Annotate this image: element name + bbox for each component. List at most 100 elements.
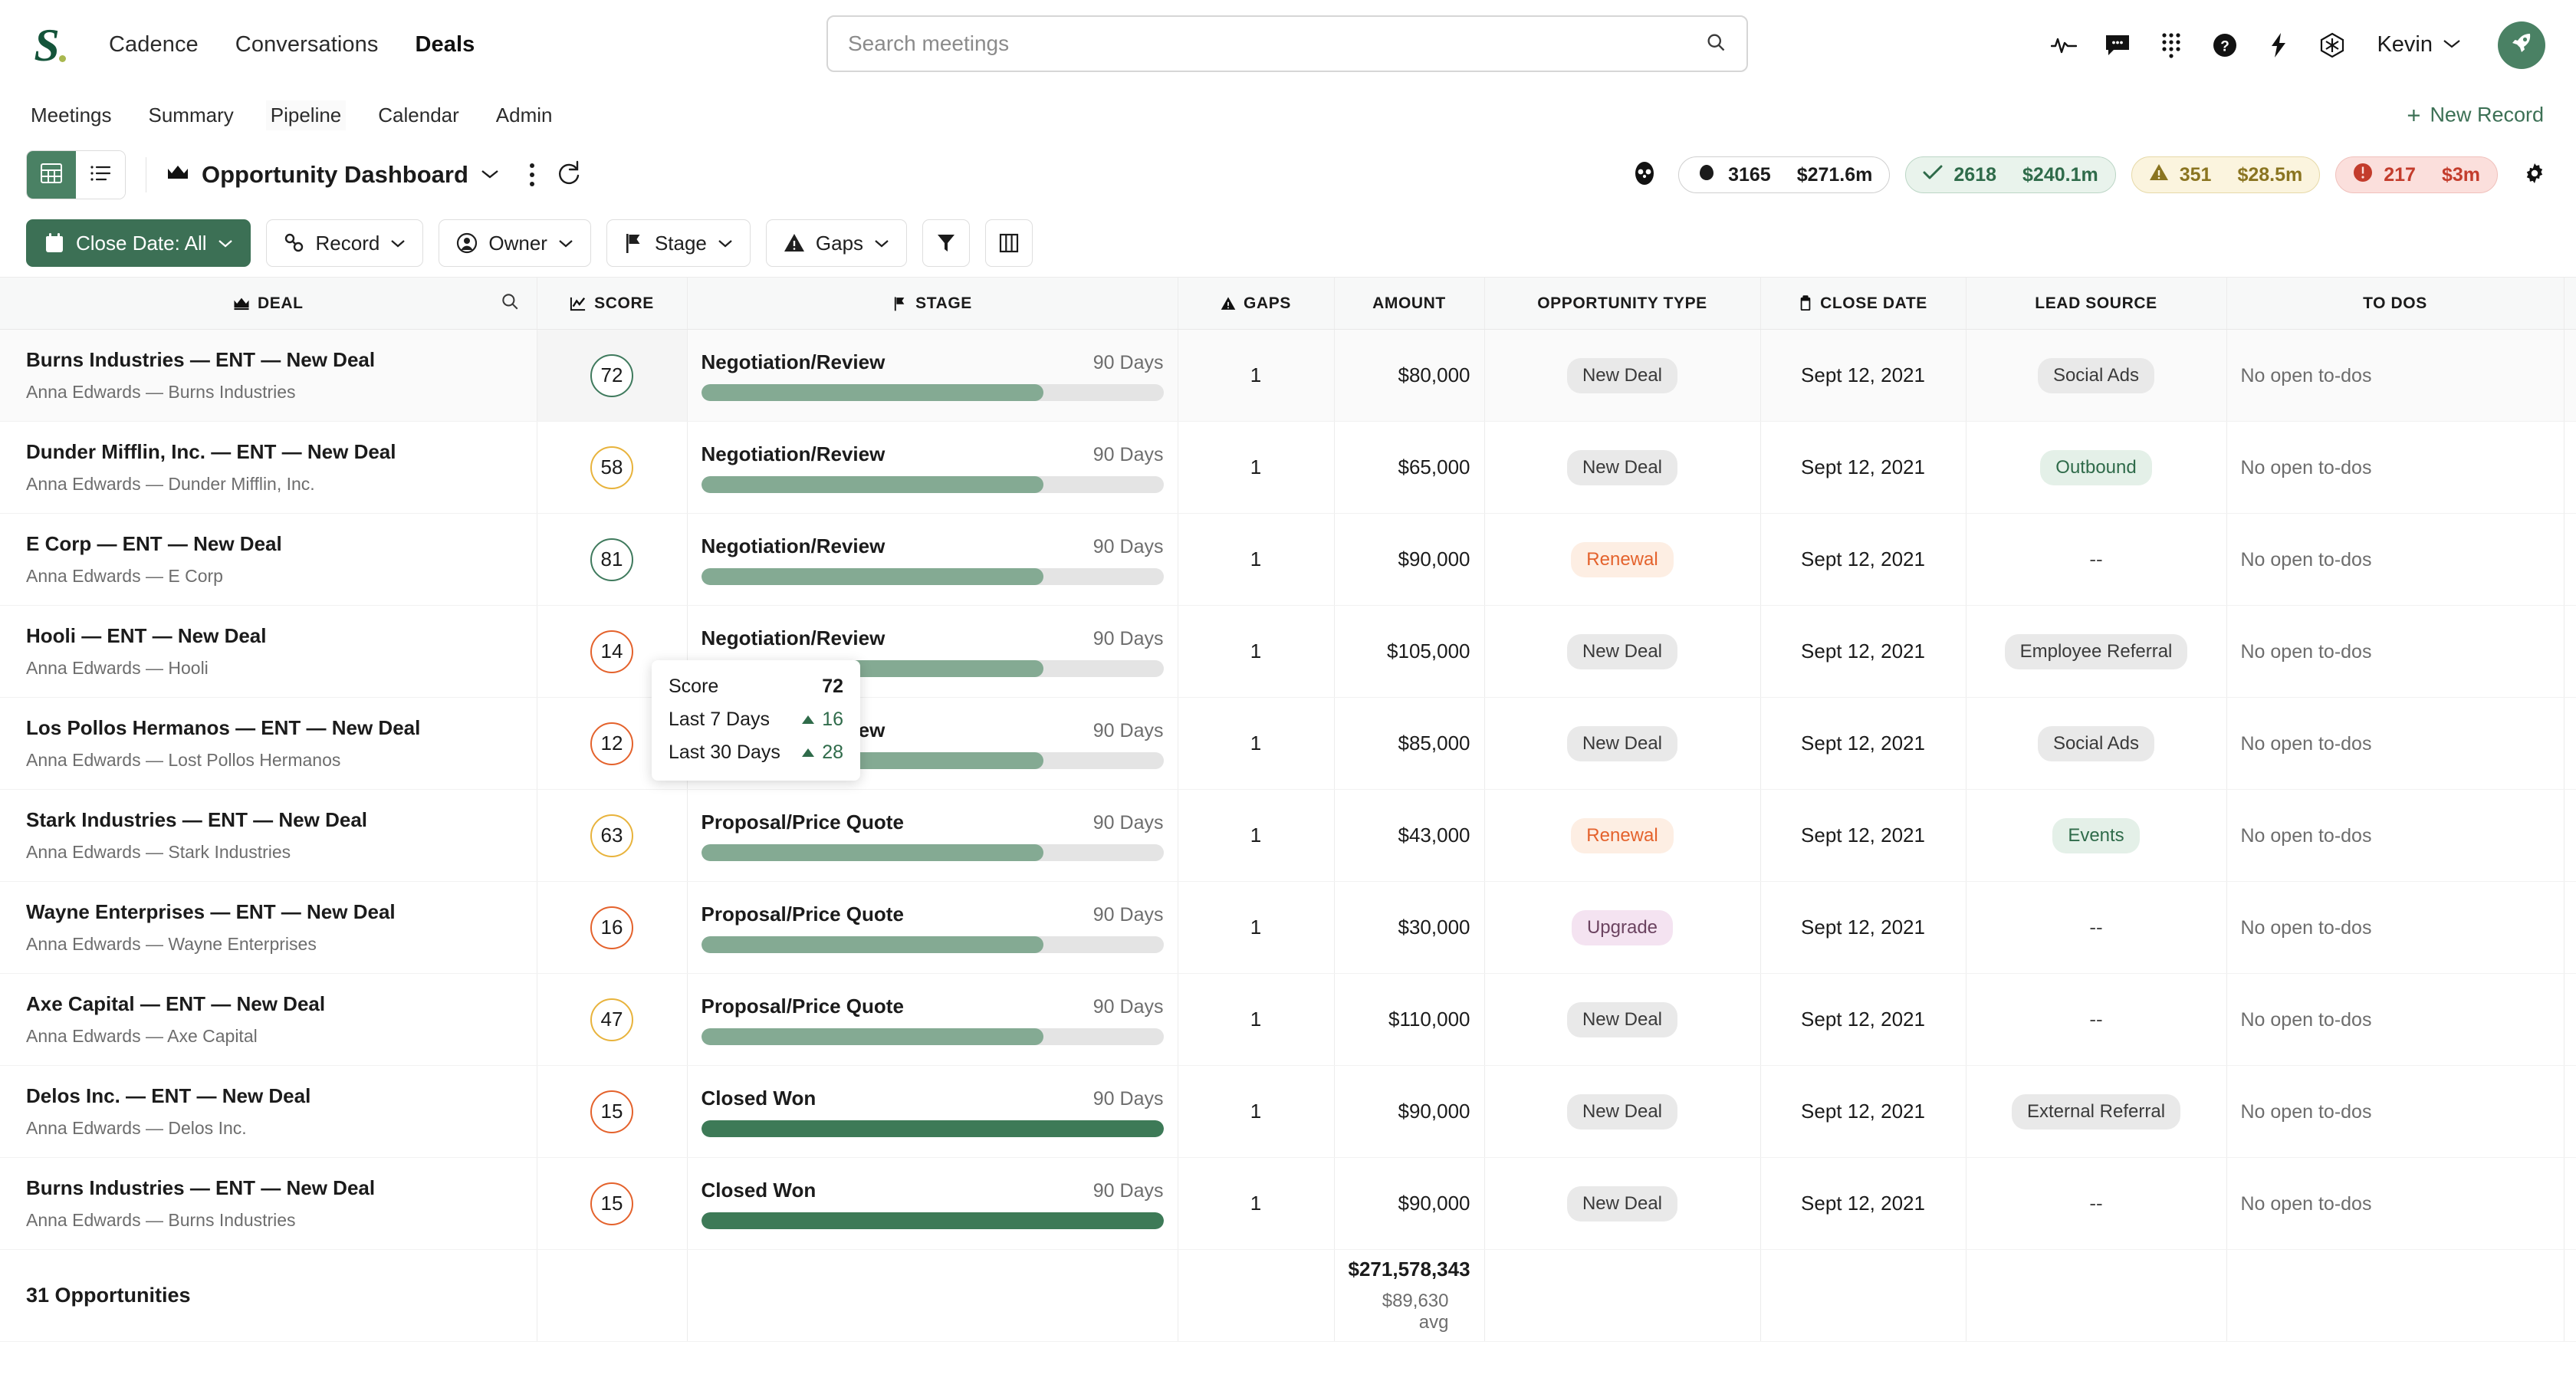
grid-view-button[interactable] — [27, 151, 76, 199]
cell-score[interactable]: 16 — [536, 881, 687, 974]
deal-name[interactable]: Burns Industries — ENT — New Deal — [26, 1176, 523, 1200]
score-badge[interactable]: 15 — [590, 1090, 633, 1133]
score-badge[interactable]: 14 — [590, 630, 633, 673]
cell-deal[interactable]: Delos Inc. — ENT — New Deal Anna Edwards … — [0, 1065, 537, 1158]
cell-deal[interactable]: Hooli — ENT — New Deal Anna Edwards — Hoo… — [0, 605, 537, 698]
stat-pill-at-risk[interactable]: 351 $28.5m — [2131, 156, 2321, 193]
cell-stage[interactable]: Closed Won 90 Days — [686, 1157, 1178, 1250]
help-icon[interactable]: ? — [2210, 30, 2240, 61]
search-input[interactable] — [848, 31, 1705, 56]
cell-stage[interactable]: Negotiation/Review 90 Days — [686, 329, 1178, 422]
subnav-item-admin[interactable]: Admin — [491, 100, 557, 130]
dialpad-icon[interactable] — [2156, 30, 2187, 61]
cell-gaps[interactable]: 1 — [1177, 605, 1334, 698]
avatar[interactable] — [2498, 21, 2545, 69]
nav-item-deals[interactable]: Deals — [413, 29, 476, 61]
cell-stage[interactable]: Closed Won 90 Days — [686, 1065, 1178, 1158]
dashboard-selector[interactable]: Opportunity Dashboard — [166, 161, 499, 189]
column-header-to-dos[interactable]: TO DOS — [2226, 277, 2564, 330]
cell-gaps[interactable]: 1 — [1177, 973, 1334, 1066]
cell-deal[interactable]: Los Pollos Hermanos — ENT — New Deal Anna… — [0, 697, 537, 790]
settings-gear-icon[interactable] — [2522, 161, 2547, 189]
filter-button-gaps[interactable]: Gaps — [765, 219, 908, 267]
deal-name[interactable]: E Corp — ENT — New Deal — [26, 532, 523, 556]
cell-score[interactable]: 47 — [536, 973, 687, 1066]
cell-stage[interactable]: Negotiation/Review 90 Days — [686, 421, 1178, 514]
cell-deal[interactable]: Wayne Enterprises — ENT — New Deal Anna E… — [0, 881, 537, 974]
user-menu[interactable]: Kevin — [2377, 32, 2461, 58]
deal-name[interactable]: Wayne Enterprises — ENT — New Deal — [26, 900, 523, 924]
cell-deal[interactable]: Burns Industries — ENT — New Deal Anna Ed… — [0, 329, 537, 422]
deal-name[interactable]: Stark Industries — ENT — New Deal — [26, 808, 523, 832]
table-row[interactable]: Hooli — ENT — New Deal Anna Edwards — Hoo… — [0, 605, 2576, 698]
score-badge[interactable]: 47 — [590, 998, 633, 1041]
integrations-icon[interactable] — [2317, 30, 2348, 61]
more-options-icon[interactable] — [521, 158, 544, 192]
cell-gaps[interactable]: 1 — [1177, 329, 1334, 422]
table-row[interactable]: Axe Capital — ENT — New Deal Anna Edwards… — [0, 973, 2576, 1066]
subnav-item-pipeline[interactable]: Pipeline — [265, 100, 347, 130]
app-logo[interactable]: S — [26, 22, 67, 68]
column-header-lead-source[interactable]: LEAD SOURCE — [1965, 277, 2226, 330]
cell-stage[interactable]: Negotiation/Review 90 Days — [686, 513, 1178, 606]
column-header-deal[interactable]: DEAL — [0, 277, 537, 330]
column-header-score[interactable]: SCORE — [536, 277, 687, 330]
cell-gaps[interactable]: 1 — [1177, 697, 1334, 790]
table-row[interactable]: Burns Industries — ENT — New Deal Anna Ed… — [0, 1157, 2576, 1250]
stat-pill-critical[interactable]: 217 $3m — [2335, 156, 2498, 193]
cell-score[interactable]: 81 — [536, 513, 687, 606]
score-badge[interactable]: 81 — [590, 538, 633, 581]
new-record-button[interactable]: + New Record — [2407, 104, 2544, 127]
deal-name[interactable]: Axe Capital — ENT — New Deal — [26, 992, 523, 1016]
table-row[interactable]: Burns Industries — ENT — New Deal Anna Ed… — [0, 329, 2576, 422]
search-box[interactable] — [826, 15, 1748, 72]
table-row[interactable]: Wayne Enterprises — ENT — New Deal Anna E… — [0, 881, 2576, 974]
cell-deal[interactable]: Axe Capital — ENT — New Deal Anna Edwards… — [0, 973, 537, 1066]
cell-score[interactable]: 63 — [536, 789, 687, 882]
score-badge[interactable]: 72 — [590, 353, 633, 397]
cell-stage[interactable]: Proposal/Price Quote 90 Days — [686, 789, 1178, 882]
nav-item-conversations[interactable]: Conversations — [234, 29, 380, 61]
deal-name[interactable]: Burns Industries — ENT — New Deal — [26, 348, 523, 372]
filter-button-close-date-all[interactable]: Close Date: All — [26, 219, 251, 267]
cell-stage[interactable]: Proposal/Price Quote 90 Days — [686, 973, 1178, 1066]
deal-name[interactable]: Delos Inc. — ENT — New Deal — [26, 1084, 523, 1108]
nav-item-cadence[interactable]: Cadence — [107, 29, 200, 61]
cell-gaps[interactable]: 1 — [1177, 421, 1334, 514]
search-icon[interactable] — [1705, 31, 1727, 57]
cell-deal[interactable]: Burns Industries — ENT — New Deal Anna Ed… — [0, 1157, 537, 1250]
cell-gaps[interactable]: 1 — [1177, 789, 1334, 882]
subnav-item-calendar[interactable]: Calendar — [373, 100, 464, 130]
table-row[interactable]: E Corp — ENT — New Deal Anna Edwards — E … — [0, 513, 2576, 606]
score-badge[interactable]: 63 — [590, 814, 633, 857]
subnav-item-meetings[interactable]: Meetings — [26, 100, 117, 130]
funnel-filter-icon[interactable] — [922, 219, 971, 267]
stat-pill-total[interactable]: 3165 $271.6m — [1678, 156, 1891, 193]
deal-name[interactable]: Hooli — ENT — New Deal — [26, 624, 523, 648]
table-row[interactable]: Stark Industries — ENT — New Deal Anna Ed… — [0, 789, 2576, 882]
bolt-icon[interactable] — [2263, 30, 2294, 61]
chat-icon[interactable] — [2102, 30, 2133, 61]
table-row[interactable]: Delos Inc. — ENT — New Deal Anna Edwards … — [0, 1065, 2576, 1158]
table-row[interactable]: Los Pollos Hermanos — ENT — New Deal Anna… — [0, 697, 2576, 790]
subnav-item-summary[interactable]: Summary — [144, 100, 238, 130]
cell-deal[interactable]: Dunder Mifflin, Inc. — ENT — New Deal Ann… — [0, 421, 537, 514]
cell-gaps[interactable]: 1 — [1177, 513, 1334, 606]
people-icon[interactable] — [1631, 159, 1658, 191]
deal-name[interactable]: Dunder Mifflin, Inc. — ENT — New Deal — [26, 440, 523, 464]
column-header-close-date[interactable]: CLOSE DATE — [1760, 277, 1966, 330]
cell-stage[interactable]: Proposal/Price Quote 90 Days — [686, 881, 1178, 974]
activity-icon[interactable] — [2049, 30, 2079, 61]
score-badge[interactable]: 12 — [590, 722, 633, 765]
column-header-gaps[interactable]: GAPS — [1177, 277, 1334, 330]
cell-deal[interactable]: Stark Industries — ENT — New Deal Anna Ed… — [0, 789, 537, 882]
list-view-button[interactable] — [76, 151, 125, 199]
stat-pill-won[interactable]: 2618 $240.1m — [1905, 156, 2116, 193]
score-badge[interactable]: 15 — [590, 1182, 633, 1225]
columns-icon[interactable] — [985, 219, 1033, 267]
cell-gaps[interactable]: 1 — [1177, 1157, 1334, 1250]
cell-deal[interactable]: E Corp — ENT — New Deal Anna Edwards — E … — [0, 513, 537, 606]
cell-score[interactable]: 15 — [536, 1157, 687, 1250]
filter-button-stage[interactable]: Stage — [606, 219, 751, 267]
filter-button-record[interactable]: Record — [265, 219, 424, 267]
